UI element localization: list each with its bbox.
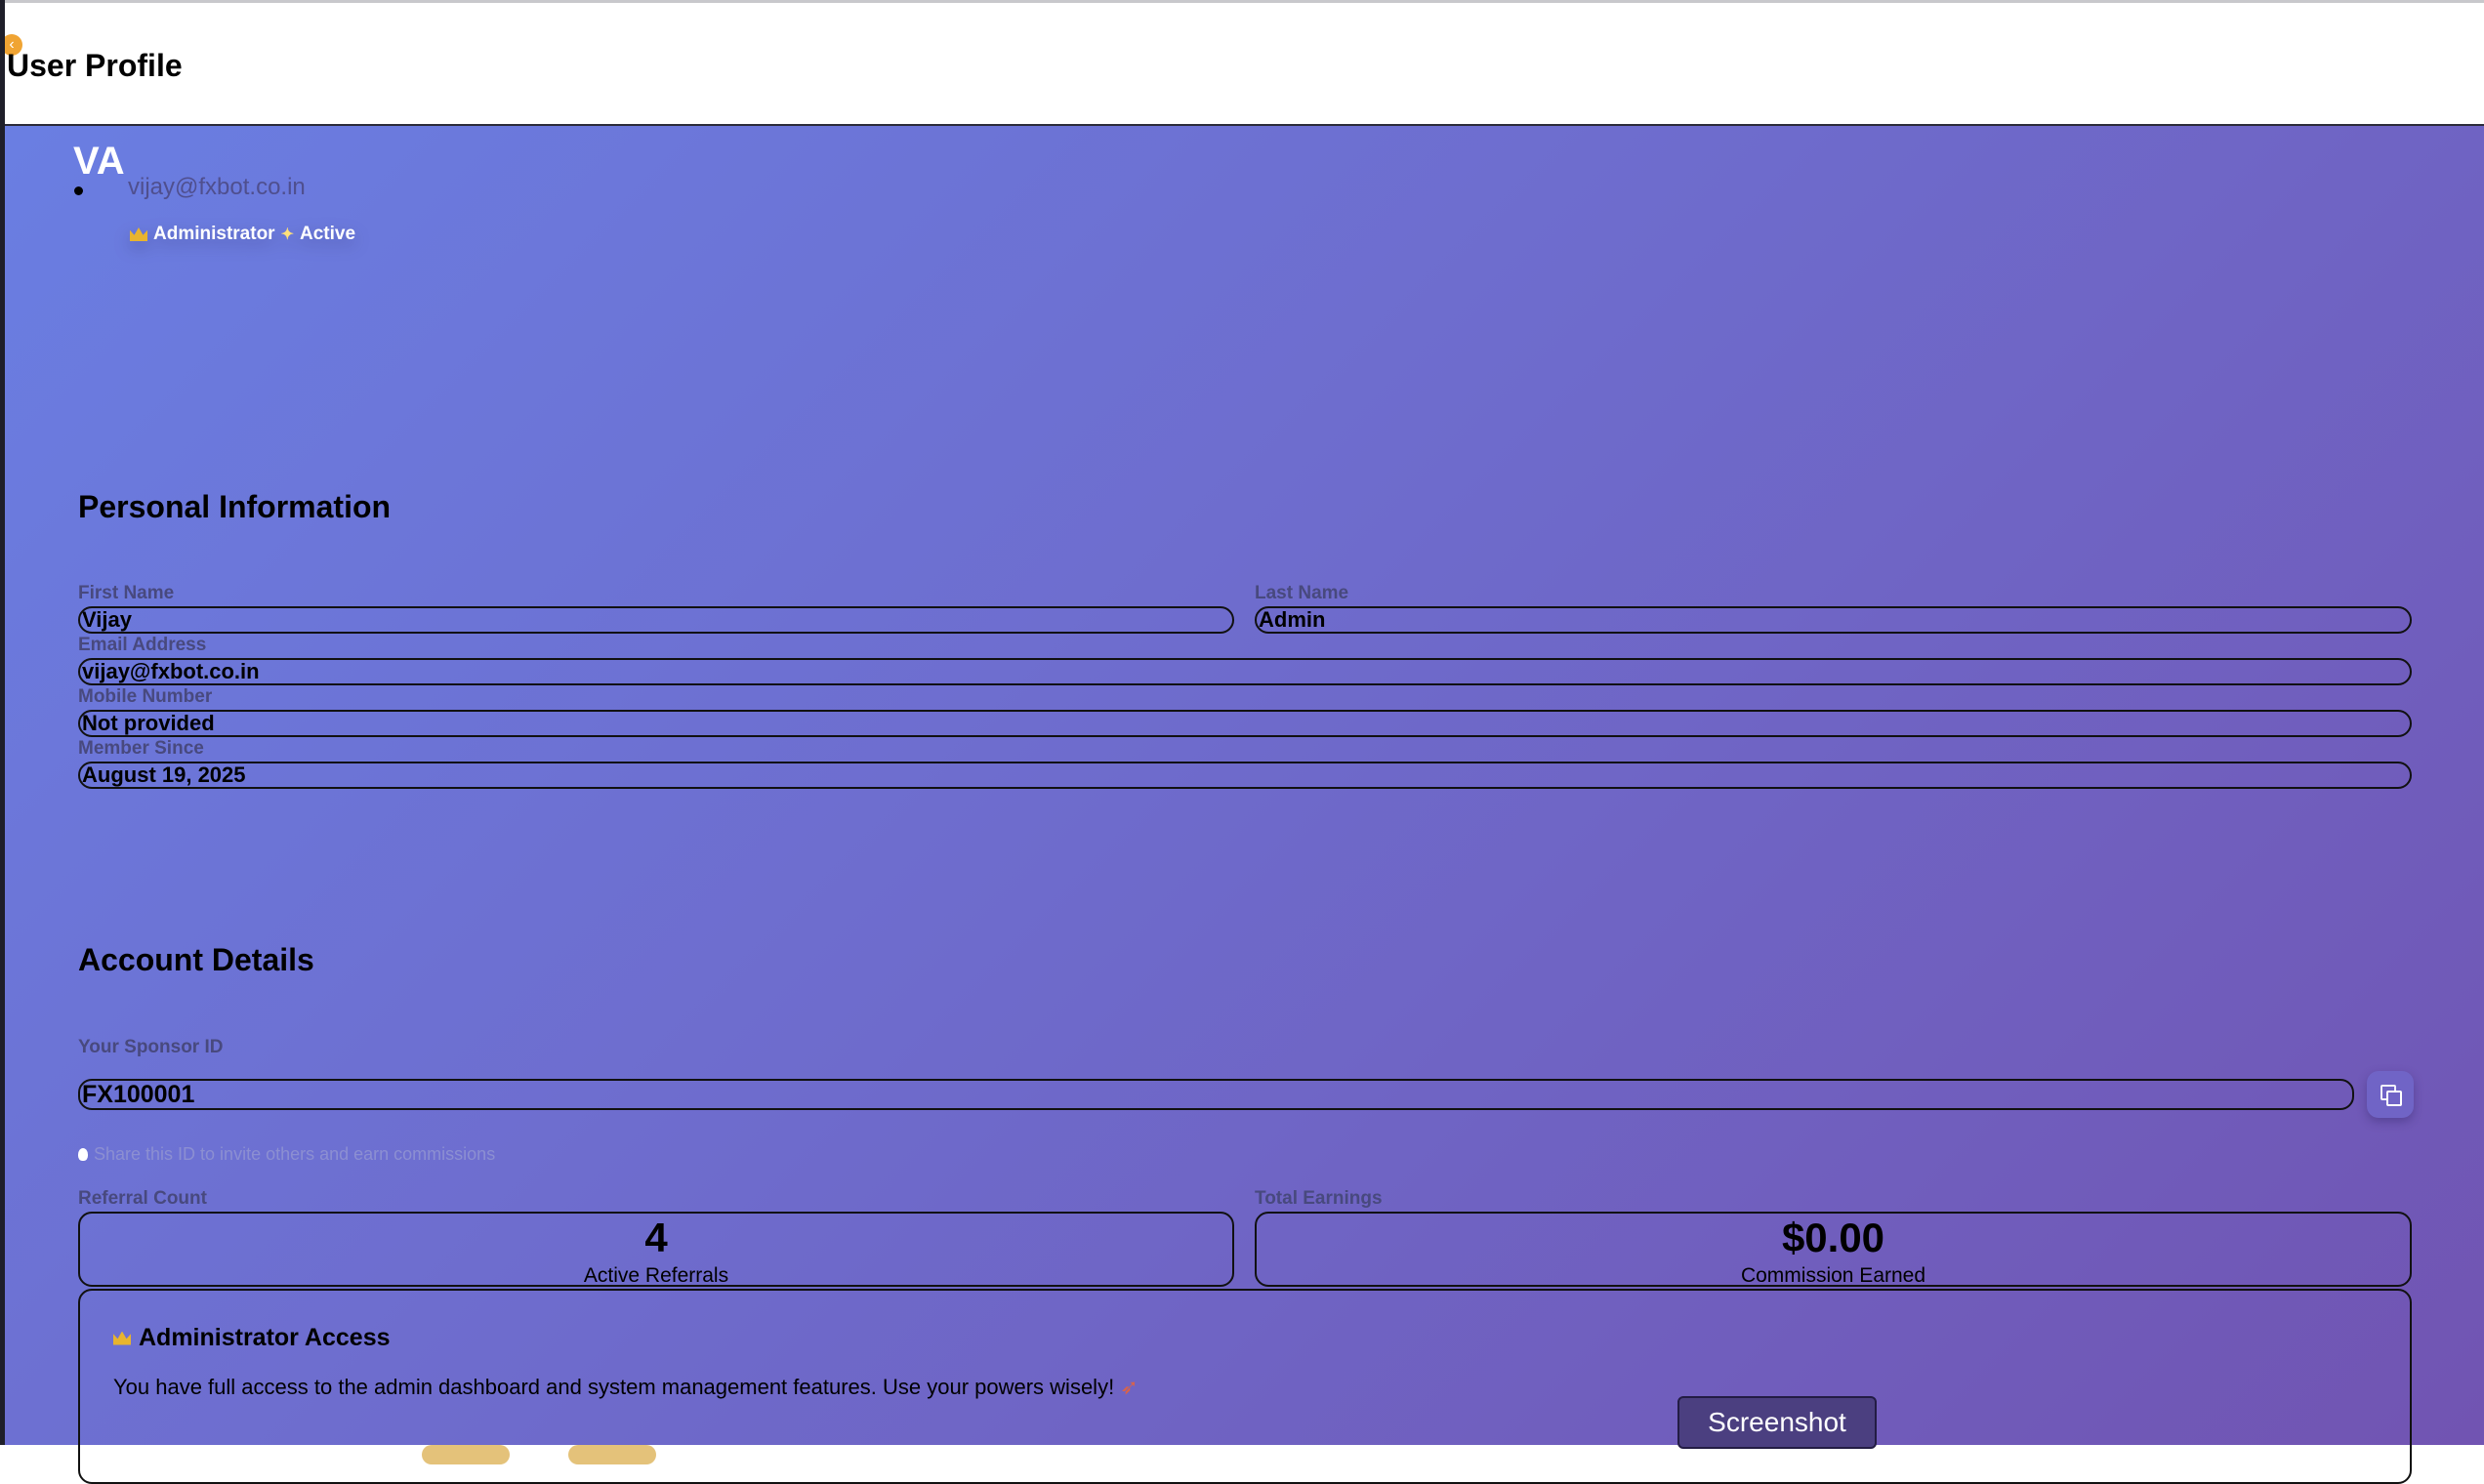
page-header: ‹ User Profile: [1, 3, 2484, 126]
status-badge: ✦ Active: [281, 224, 355, 245]
admin-access-title-text: Administrator Access: [139, 1324, 391, 1351]
total-earnings-label: Total Earnings: [1255, 1188, 1383, 1209]
mobile-label: Mobile Number: [78, 686, 213, 707]
total-earnings-card: $0.00 Commission Earned: [1255, 1212, 2412, 1287]
referral-count-card: 4 Active Referrals: [78, 1212, 1234, 1287]
rocket-icon: ➶: [1120, 1375, 1138, 1399]
total-earnings-value: $0.00: [1781, 1215, 1885, 1260]
sparkle-icon: ✦: [280, 227, 294, 243]
copy-sponsor-id-button[interactable]: [2367, 1071, 2414, 1118]
profile-email: vijay@fxbot.co.in: [128, 174, 306, 200]
avatar: VA: [73, 140, 125, 183]
screenshot-button[interactable]: Screenshot: [1677, 1396, 1877, 1449]
member-since-field[interactable]: August 19, 2025: [78, 762, 2412, 789]
member-since-label: Member Since: [78, 738, 204, 759]
page-title: User Profile: [7, 48, 183, 83]
admin-access-panel: Administrator Access You have full acces…: [78, 1289, 2412, 1484]
admin-access-description: You have full access to the admin dashbo…: [113, 1375, 1138, 1400]
role-badge: Administrator: [130, 224, 275, 245]
crown-icon: [113, 1331, 131, 1345]
sponsor-id-hint-text: Share this ID to invite others and earn …: [94, 1144, 496, 1164]
referral-count-label: Referral Count: [78, 1188, 207, 1209]
sponsor-id-label: Your Sponsor ID: [78, 1037, 224, 1057]
first-name-label: First Name: [78, 583, 175, 603]
email-label: Email Address: [78, 635, 207, 655]
email-field[interactable]: vijay@fxbot.co.in: [78, 658, 2412, 685]
sponsor-id-hint: Share this ID to invite others and earn …: [78, 1144, 495, 1165]
personal-info-heading: Personal Information: [78, 489, 392, 524]
status-badge-label: Active: [299, 224, 356, 244]
crown-icon: [130, 227, 147, 241]
account-details-heading: Account Details: [78, 942, 314, 977]
admin-access-description-text: You have full access to the admin dashbo…: [113, 1375, 1115, 1399]
profile-badges: Administrator ✦ Active: [130, 224, 355, 245]
referral-count-caption: Active Referrals: [583, 1264, 729, 1287]
status-dot: [74, 186, 83, 195]
total-earnings-caption: Commission Earned: [1740, 1264, 1926, 1287]
last-name-label: Last Name: [1255, 583, 1349, 603]
admin-action-button[interactable]: [422, 1445, 510, 1464]
role-badge-label: Administrator: [153, 224, 275, 244]
copy-icon: [2380, 1085, 2402, 1106]
last-name-field[interactable]: Admin: [1255, 606, 2412, 634]
sponsor-id-field[interactable]: FX100001: [78, 1079, 2354, 1110]
mobile-field[interactable]: Not provided: [78, 710, 2412, 737]
referral-count-value: 4: [644, 1215, 668, 1260]
lightbulb-icon: [78, 1148, 88, 1161]
admin-action-button[interactable]: [568, 1445, 656, 1464]
first-name-field[interactable]: Vijay: [78, 606, 1234, 634]
admin-access-title: Administrator Access: [113, 1324, 391, 1352]
